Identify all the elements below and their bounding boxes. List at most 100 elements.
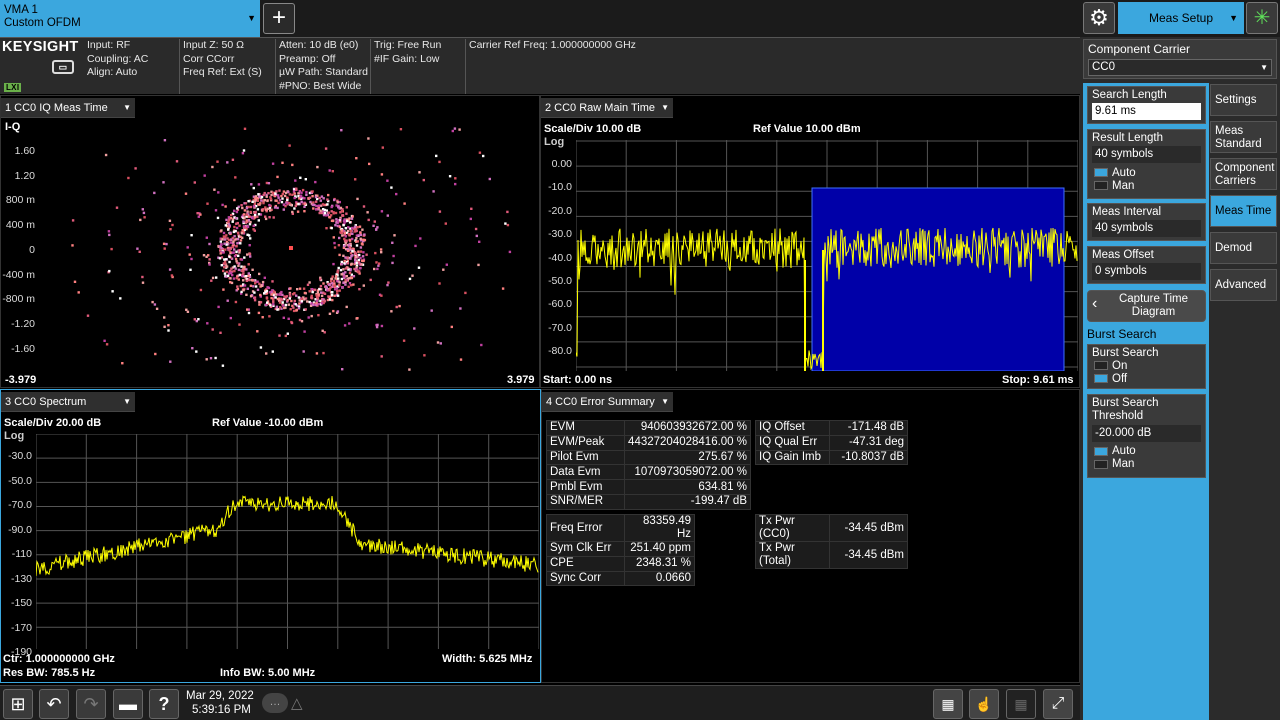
metric-value: 44327204028416.00 % [624, 434, 751, 451]
search-length-control[interactable]: Search Length 9.61 ms [1087, 86, 1206, 124]
info-trig: Trig: Free Run [374, 39, 442, 51]
app-tab-title: VMA 1 [4, 4, 38, 16]
component-carrier-selector[interactable]: Component Carrier CC0 ▼ [1083, 39, 1277, 79]
undo-button[interactable]: ↶ [39, 689, 69, 719]
info-impedance-column[interactable]: Input Z: 50 Ω Corr CCorr Freq Ref: Ext (… [179, 39, 275, 94]
maximize-button[interactable]: ⤢ [1043, 689, 1073, 719]
y-axis-tick-label: -150 [10, 597, 32, 609]
help-button[interactable]: ? [149, 689, 179, 719]
sweep-status-button[interactable]: ✳ [1246, 2, 1278, 34]
message-icon[interactable]: … [262, 693, 288, 713]
metric-label: SNR/MER [546, 493, 625, 510]
start-time-label: Start: 0.00 ns [543, 374, 613, 386]
question-icon: ? [158, 694, 170, 714]
folder-icon: ▬ [119, 694, 137, 714]
y-axis-tick-label: -80.0 [548, 345, 572, 358]
touch-icon: ☝ [975, 696, 993, 712]
measurement-app-tab[interactable]: VMA 1 Custom OFDM ▼ [0, 0, 260, 37]
window-title-dropdown[interactable]: 4 CC0 Error Summary ▼ [542, 392, 673, 412]
on-label: On [1112, 359, 1128, 372]
log-label: Log [4, 430, 25, 442]
meas-interval-window [811, 187, 1065, 371]
tab-component-carriers[interactable]: Component Carriers [1210, 158, 1277, 190]
grid-lines [36, 434, 539, 649]
result-length-label: Result Length [1092, 132, 1163, 144]
search-length-input[interactable]: 9.61 ms [1092, 103, 1201, 120]
tab-label: Meas Standard [1215, 125, 1262, 150]
burst-threshold-man-option[interactable]: Man [1092, 458, 1201, 471]
window-title-dropdown[interactable]: 1 CC0 IQ Meas Time ▼ [1, 98, 135, 118]
metric-label: Sym Clk Err [546, 541, 625, 557]
result-length-input[interactable]: 40 symbols [1092, 146, 1201, 163]
windows-start-button[interactable]: ⊞ [3, 689, 33, 719]
capture-time-diagram-button[interactable]: ‹ Capture Time Diagram [1087, 290, 1206, 322]
component-carrier-dropdown[interactable]: CC0 ▼ [1088, 59, 1272, 76]
iq-constellation-window[interactable]: 1 CC0 IQ Meas Time ▼ I-Q 1.60 1.20 800 m 400… [0, 95, 540, 388]
metric-label: Freq Error [546, 514, 625, 542]
burst-search-label: Burst Search [1092, 347, 1159, 359]
error-summary-window[interactable]: 4 CC0 Error Summary ▼ EVM 940603932672.00 … [541, 389, 1080, 683]
info-atten-column[interactable]: Atten: 10 dB (e0) Preamp: Off µW Path: S… [275, 39, 370, 94]
redo-button[interactable]: ↷ [76, 689, 106, 719]
radio-selected-icon [1094, 447, 1108, 456]
window-title-dropdown[interactable]: 3 CC0 Spectrum ▼ [1, 392, 135, 412]
table-row: Freq Error 83359.49 Hz [546, 514, 695, 542]
info-atten: Atten: 10 dB (e0) [279, 39, 359, 51]
result-length-control[interactable]: Result Length 40 symbols Auto Man [1087, 129, 1206, 199]
info-if-gain: #IF Gain: Low [374, 52, 440, 65]
window-title: 3 CC0 Spectrum [5, 396, 87, 408]
tab-demod[interactable]: Demod [1210, 232, 1277, 264]
gear-icon: ⚙ [1089, 5, 1109, 30]
tab-label: Component Carriers [1215, 162, 1275, 187]
multi-screen-button[interactable]: ▦ [1006, 689, 1036, 719]
center-freq-label: Ctr: 1.000000000 GHz [3, 653, 115, 665]
meas-offset-input[interactable]: 0 symbols [1092, 263, 1201, 280]
tab-meas-standard[interactable]: Meas Standard [1210, 121, 1277, 153]
info-carrier-column[interactable]: Carrier Ref Freq: 1.000000000 GHz [465, 39, 765, 94]
tab-meas-time[interactable]: Meas Time [1210, 195, 1277, 227]
expand-icon: ⤢ [1051, 695, 1065, 712]
meas-offset-control[interactable]: Meas Offset 0 symbols [1087, 246, 1206, 284]
burst-threshold-input[interactable]: -20.000 dB [1092, 425, 1201, 442]
window-title-dropdown[interactable]: 2 CC0 Raw Main Time ▼ [541, 98, 673, 118]
result-length-man-option[interactable]: Man [1092, 179, 1201, 192]
metric-value: 0.0660 [624, 570, 695, 587]
touch-button[interactable]: ☝ [969, 689, 999, 719]
burst-threshold-auto-option[interactable]: Auto [1092, 445, 1201, 458]
raw-main-time-window[interactable]: 2 CC0 Raw Main Time ▼ Scale/Div 10.00 dB … [540, 95, 1080, 388]
date-label: Mar 29, 2022 [186, 690, 254, 702]
tab-advanced[interactable]: Advanced [1210, 269, 1277, 301]
y-axis-tick-label: -70.0 [548, 321, 572, 334]
settings-button[interactable]: ⚙ [1083, 2, 1115, 34]
meas-interval-input[interactable]: 40 symbols [1092, 220, 1201, 237]
metric-value: 1070973059072.00 % [624, 464, 751, 481]
man-label: Man [1112, 179, 1135, 192]
y-axis-tick-label: -40.0 [548, 251, 572, 264]
spectrum-window[interactable]: 3 CC0 Spectrum ▼ Scale/Div 20.00 dB Ref V… [0, 389, 541, 683]
burst-search-toggle[interactable]: Burst Search On Off [1087, 344, 1206, 389]
burst-search-on-option[interactable]: On [1092, 359, 1201, 372]
result-length-auto-option[interactable]: Auto [1092, 166, 1201, 179]
meas-interval-control[interactable]: Meas Interval 40 symbols [1087, 203, 1206, 241]
meas-setup-menu-button[interactable]: Meas Setup ▼ [1118, 2, 1244, 34]
table-row: IQ Gain Imb -10.8037 dB [755, 449, 908, 466]
file-button[interactable]: ▬ [113, 689, 143, 719]
y-axis-tick-label: -170 [10, 621, 32, 634]
auto-label: Auto [1112, 166, 1136, 179]
window-title: 4 CC0 Error Summary [546, 396, 655, 408]
meas-offset-label: Meas Offset [1092, 249, 1154, 261]
info-input-column[interactable]: Input: RF Coupling: AC Align: Auto [84, 39, 179, 94]
burst-search-threshold-control[interactable]: Burst Search Threshold -20.000 dB Auto M… [1087, 394, 1206, 478]
local-remote-icon[interactable]: ▭ [52, 60, 74, 74]
window-layout-button[interactable]: ▦ [933, 689, 963, 719]
y-axis-tick-label: -50.0 [548, 275, 572, 287]
tab-label: Advanced [1215, 279, 1267, 291]
burst-search-off-option[interactable]: Off [1092, 372, 1201, 385]
redo-icon: ↷ [83, 694, 99, 714]
add-screen-button[interactable]: + [263, 3, 295, 34]
y-axis-tick-label: -110 [11, 548, 32, 560]
tab-settings[interactable]: Settings [1210, 84, 1277, 116]
info-trigger-column[interactable]: Trig: Free Run #IF Gain: Low [370, 39, 465, 94]
burst-threshold-label: Burst Search Threshold [1092, 397, 1159, 422]
y-axis-tick-label: -60.0 [548, 298, 572, 311]
